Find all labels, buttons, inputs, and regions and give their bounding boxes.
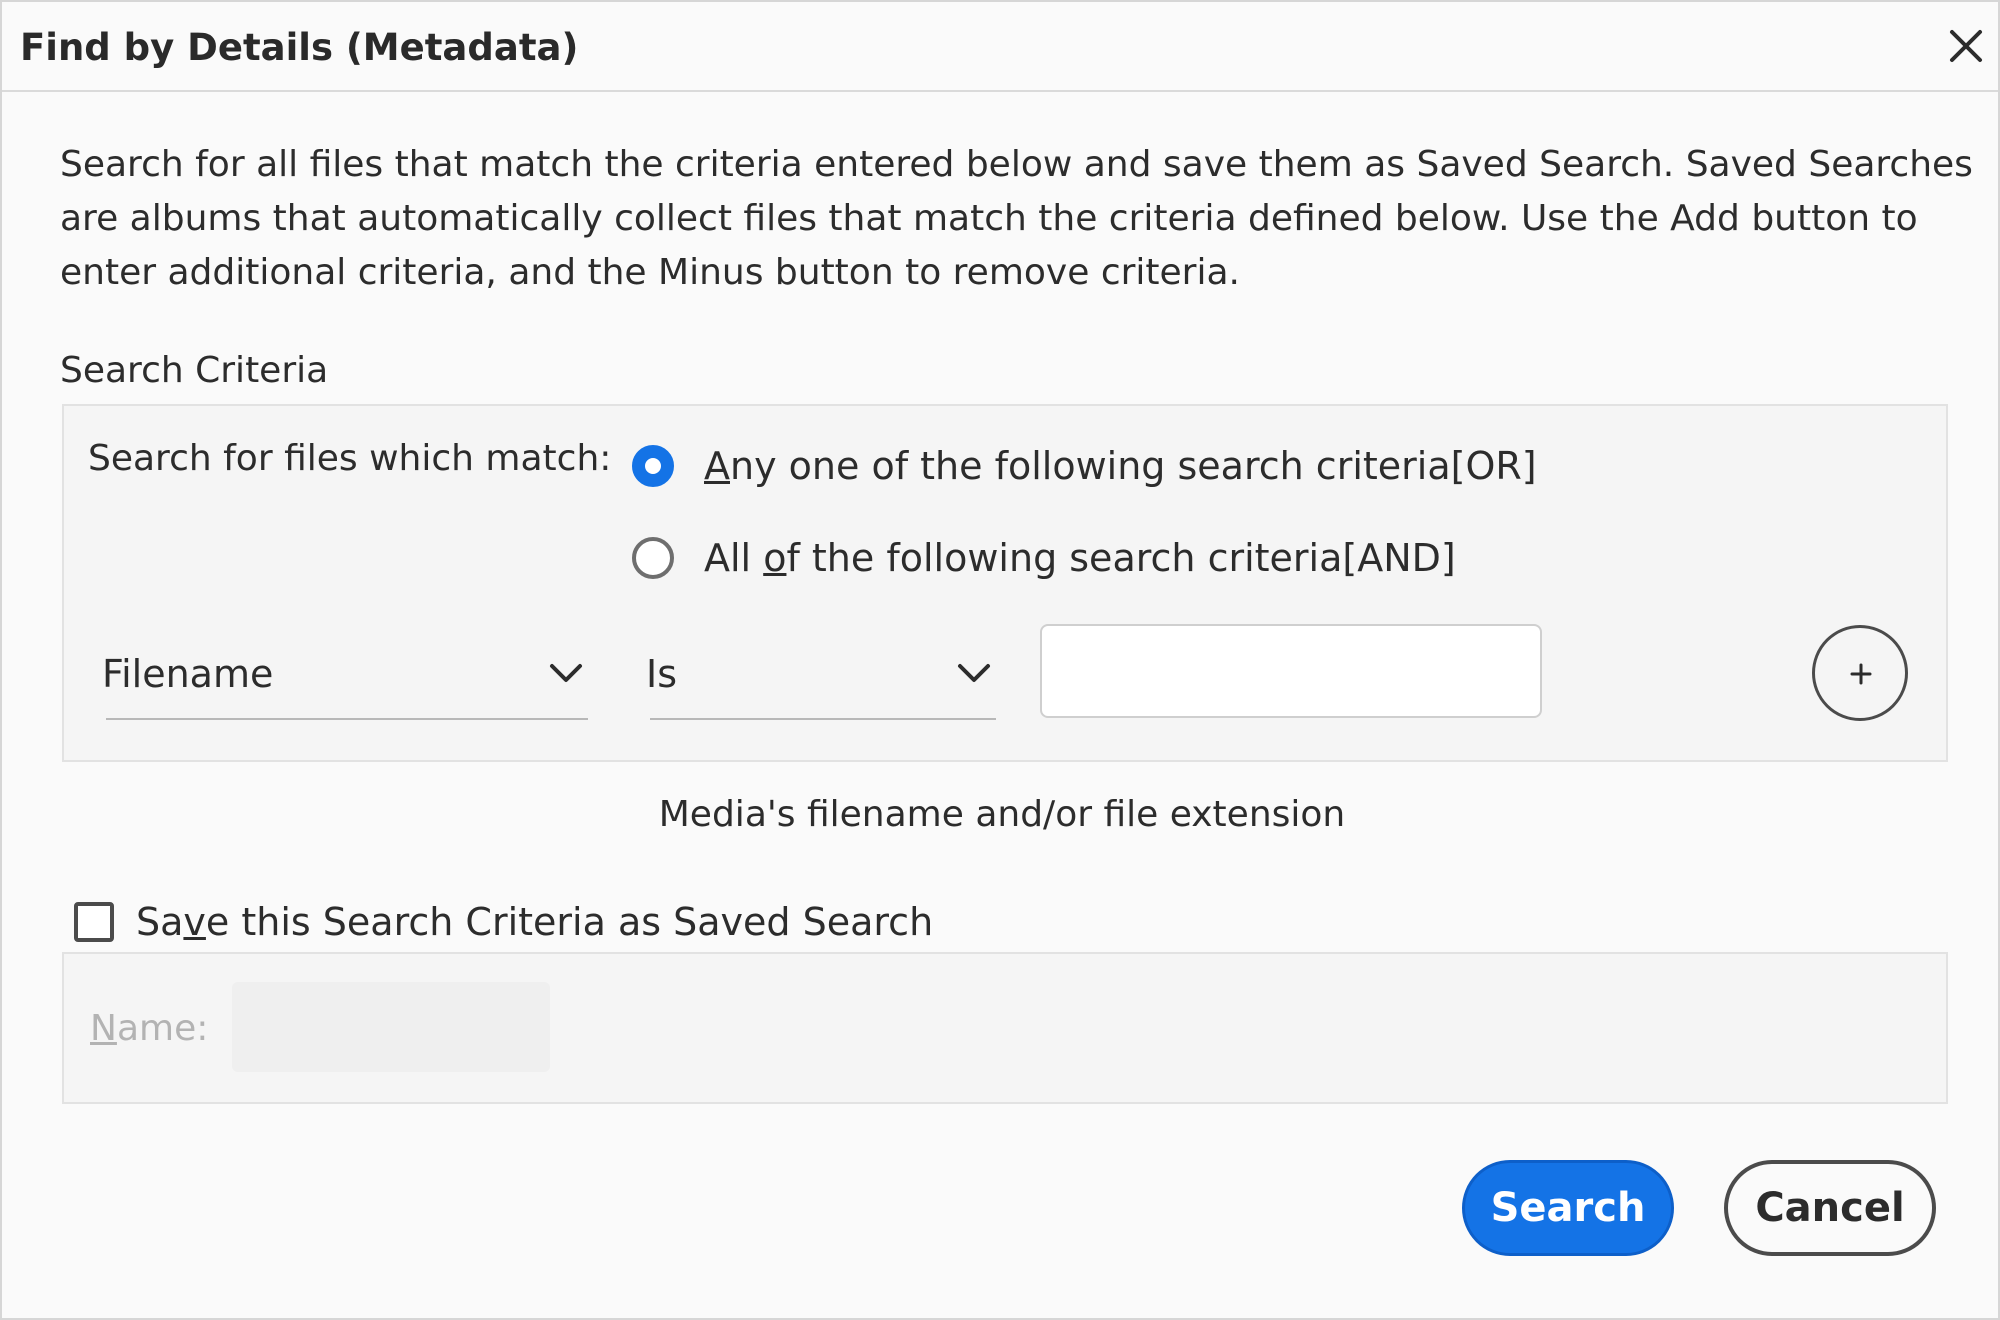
accelerator-key: A [704,444,730,488]
radio-all-and-label: All of the following search criteria[AND… [704,536,1456,580]
checkbox-label-text: Sa [136,900,184,944]
add-criteria-button[interactable] [1812,625,1908,721]
accelerator-key: v [183,900,206,944]
name-label-text: ame: [116,1008,209,1049]
plus-icon [1850,663,1872,685]
accelerator-key: N [90,1008,117,1049]
radio-label-text: All [704,536,764,580]
radio-button-selected[interactable] [632,445,674,487]
description-line: enter additional criteria, and the Minus… [60,252,1240,293]
criteria-operator-value: Is [646,652,678,696]
radio-all-and[interactable]: All of the following search criteria[AND… [632,532,1456,584]
criteria-hint-text: Media's filename and/or file extension [658,794,1346,835]
save-search-label: Save this Search Criteria as Saved Searc… [136,900,933,944]
criteria-field-dropdown[interactable]: Filename [102,622,588,720]
saved-search-name-label: Name: [90,1008,208,1049]
cancel-button[interactable]: Cancel [1724,1160,1936,1256]
title-bar: Find by Details (Metadata) [2,2,1998,92]
chevron-down-icon [956,662,992,686]
save-search-checkbox[interactable] [74,902,114,942]
close-icon [1950,30,1982,62]
close-button[interactable] [1946,26,1986,66]
dialog-title: Find by Details (Metadata) [20,26,579,69]
criteria-value-input[interactable] [1040,624,1542,718]
saved-search-name-input[interactable] [232,982,550,1072]
checkbox-label-text: e this Search Criteria as Saved Search [205,900,934,944]
radio-button-unselected[interactable] [632,537,674,579]
criteria-field-value: Filename [102,652,274,696]
chevron-down-icon [548,662,584,686]
accelerator-key: o [763,536,787,580]
match-mode-label: Search for files which match: [88,438,612,479]
dialog-description: Search for all files that match the crit… [60,138,1973,300]
search-button[interactable]: Search [1462,1160,1674,1256]
radio-label-text: ny one of the following search criteria[… [730,444,1537,488]
radio-any-or-label: Any one of the following search criteria… [704,444,1537,488]
search-criteria-heading: Search Criteria [60,350,329,391]
criteria-operator-dropdown[interactable]: Is [646,622,996,720]
save-search-option[interactable]: Save this Search Criteria as Saved Searc… [74,898,933,946]
find-by-details-dialog: Find by Details (Metadata) Search for al… [0,0,2000,1320]
radio-any-or[interactable]: Any one of the following search criteria… [632,440,1537,492]
description-line: Search for all files that match the crit… [60,144,1973,185]
description-line: are albums that automatically collect fi… [60,198,1918,239]
radio-label-text: f the following search criteria[AND] [786,536,1456,580]
